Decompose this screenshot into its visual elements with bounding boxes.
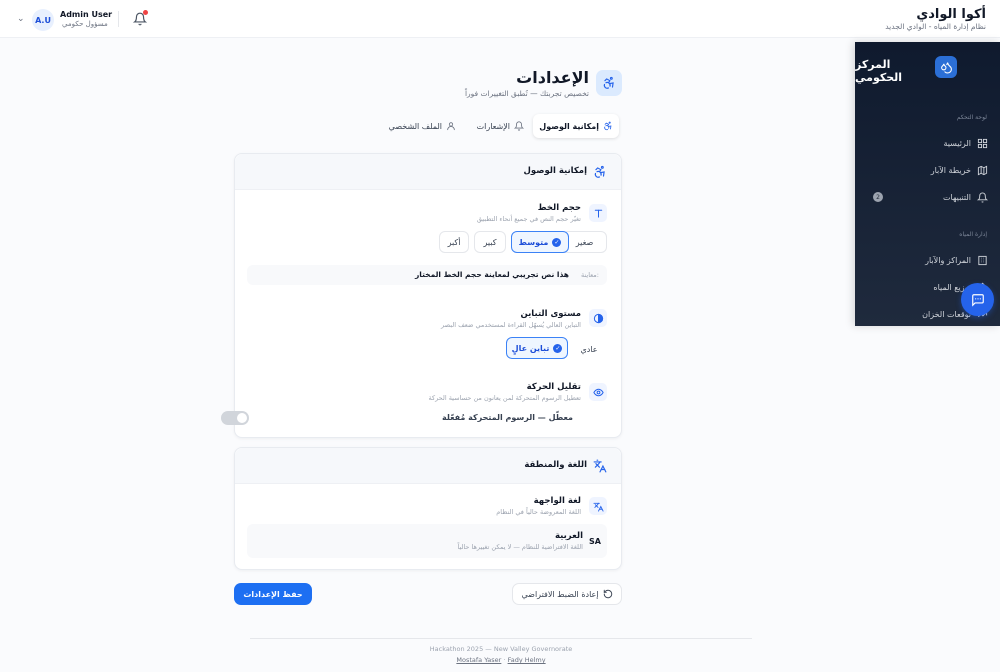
chevron-down-icon[interactable]: ⌄ — [17, 14, 25, 24]
sidebar-item-label: توقعات الخزان — [922, 309, 971, 319]
sidebar-item-label: خريطة الآبار — [930, 165, 971, 175]
ui-language-desc: اللغة المعروضة حالياً في النظام — [496, 508, 581, 516]
sidebar-item-label: المراكز والآبار — [925, 255, 971, 265]
card-header: إمكانية الوصول — [235, 154, 621, 190]
font-size-option-xlarge[interactable]: أكبر — [439, 231, 469, 253]
option-label: كبير — [483, 237, 497, 247]
eye-icon — [589, 383, 607, 401]
settings-tabs: إمكانية الوصول الإشعارات الملف الشخصي — [382, 114, 622, 138]
current-language: SA العربية اللغة الافتراضية للنظام — لا … — [247, 524, 607, 558]
notification-dot — [143, 10, 148, 15]
separator: · — [503, 656, 506, 664]
font-size-desc: تغيّر حجم النص في جميع أنحاء التطبيق — [476, 215, 581, 223]
map-icon — [977, 165, 988, 176]
accessibility-icon — [603, 121, 613, 131]
contrast-desc: التباين العالي يُسهّل القراءة لمستخدمي ض… — [441, 321, 581, 329]
sidebar-section-label: لوحة التحكم — [956, 114, 987, 121]
grid-icon — [977, 138, 988, 149]
translate-icon — [589, 497, 607, 515]
flag-icon: SA — [589, 537, 601, 546]
option-label: عادي — [580, 344, 598, 354]
font-size-option-large[interactable]: كبير — [474, 231, 506, 253]
sidebar-section-label: إدارة المياه — [959, 231, 987, 238]
card-header: اللغة والمنطقة — [235, 448, 621, 484]
preview-label: معاينة: — [580, 271, 599, 279]
accessibility-icon — [593, 165, 607, 179]
chat-button[interactable] — [961, 283, 994, 316]
top-bar — [0, 0, 1000, 38]
droplets-logo-icon — [935, 56, 957, 78]
tab-profile[interactable]: الملف الشخصي — [383, 114, 462, 138]
ui-language-title: لغة الواجهة — [533, 496, 581, 506]
bell-icon — [977, 192, 988, 203]
font-preview: معاينة: هذا نص تجريبي لمعاينة حجم الخط ا… — [247, 265, 607, 285]
footer-credit: Hackathon 2025 — New Valley Governorate — [429, 645, 573, 653]
header-divider — [118, 11, 119, 27]
font-size-option-medium[interactable]: متوسط ✓ — [511, 231, 569, 253]
option-label: تباين عالٍ — [511, 343, 550, 353]
tab-label: إمكانية الوصول — [539, 121, 599, 131]
chat-icon — [971, 293, 985, 307]
reduce-motion-toggle[interactable] — [221, 411, 249, 425]
sidebar-item-alerts[interactable]: 2 التنبيهات — [855, 188, 1000, 206]
font-size-title: حجم الخط — [537, 203, 581, 213]
sidebar-item-label: التنبيهات — [943, 192, 971, 202]
user-name: Admin User — [60, 10, 113, 19]
brand-subtitle: نظام إدارة المياه - الوادي الجديد — [885, 22, 986, 31]
footer-divider — [250, 638, 752, 639]
language-name: العربية — [554, 531, 583, 541]
motion-state-text: معطّل — الرسوم المتحركة مُفعّلة — [442, 413, 573, 422]
reset-button[interactable]: إعادة الضبط الافتراضي — [512, 583, 622, 605]
contrast-icon — [589, 309, 607, 327]
bell-icon — [514, 121, 524, 131]
tab-label: الملف الشخصي — [388, 121, 442, 131]
building-icon — [977, 255, 988, 266]
contrast-option-high[interactable]: تباين عالٍ ✓ — [506, 337, 568, 359]
tab-label: الإشعارات — [476, 121, 510, 131]
tab-notifications[interactable]: الإشعارات — [471, 114, 530, 138]
tab-accessibility[interactable]: إمكانية الوصول — [533, 114, 619, 138]
user-role: مسؤول حكومي — [62, 20, 108, 28]
alerts-badge: 2 — [873, 192, 883, 202]
option-label: أكبر — [447, 237, 461, 247]
user-icon — [446, 121, 456, 131]
translate-icon — [593, 459, 607, 473]
rotate-icon — [603, 589, 613, 599]
check-icon: ✓ — [552, 237, 562, 247]
reset-label: إعادة الضبط الافتراضي — [521, 589, 599, 599]
sidebar-item-wells-map[interactable]: خريطة الآبار — [855, 161, 1000, 179]
sidebar-item-label: الرئيسية — [943, 138, 971, 148]
accessibility-icon — [596, 70, 622, 96]
contrast-title: مستوى التباين — [520, 309, 581, 319]
card-title: اللغة والمنطقة — [524, 460, 587, 470]
language-desc: اللغة الافتراضية للنظام — لا يمكن تغييره… — [457, 543, 584, 551]
avatar[interactable]: A.U — [32, 9, 54, 31]
contrast-option-normal[interactable]: عادي — [571, 338, 607, 360]
card-title: إمكانية الوصول — [523, 166, 587, 176]
sidebar-title: المركز الحكومي — [855, 58, 903, 84]
check-icon: ✓ — [553, 343, 563, 353]
sidebar-item-centers[interactable]: المراكز والآبار — [855, 251, 1000, 269]
motion-desc: تعطيل الرسوم المتحركة لمن يعانون من حساس… — [428, 394, 581, 402]
accessibility-card: إمكانية الوصول حجم الخط تغيّر حجم النص ف… — [221, 153, 622, 438]
sidebar-item-home[interactable]: الرئيسية — [855, 134, 1000, 152]
preview-text: هذا نص تجريبي لمعاينة حجم الخط المختار — [414, 270, 569, 279]
option-label: متوسط — [518, 237, 549, 247]
page-title: الإعدادات — [516, 68, 589, 87]
language-card: اللغة والمنطقة لغة الواجهة اللغة المعروض… — [234, 447, 622, 570]
author-link[interactable]: Fady Helmy — [508, 656, 546, 664]
author-link[interactable]: Mostafa Yaser — [456, 656, 501, 664]
font-size-icon — [589, 204, 607, 222]
option-label: صغير — [575, 237, 594, 247]
footer-authors: Mostafa Yaser · Fady Helmy — [250, 656, 752, 664]
save-button[interactable]: حفظ الإعدادات — [234, 583, 312, 605]
page-subtitle: تخصيص تجربتك — تُطبق التغييرات فوراً — [464, 89, 589, 98]
brand-title: أكوا الوادي — [916, 7, 986, 22]
motion-title: تقليل الحركة — [526, 382, 581, 392]
